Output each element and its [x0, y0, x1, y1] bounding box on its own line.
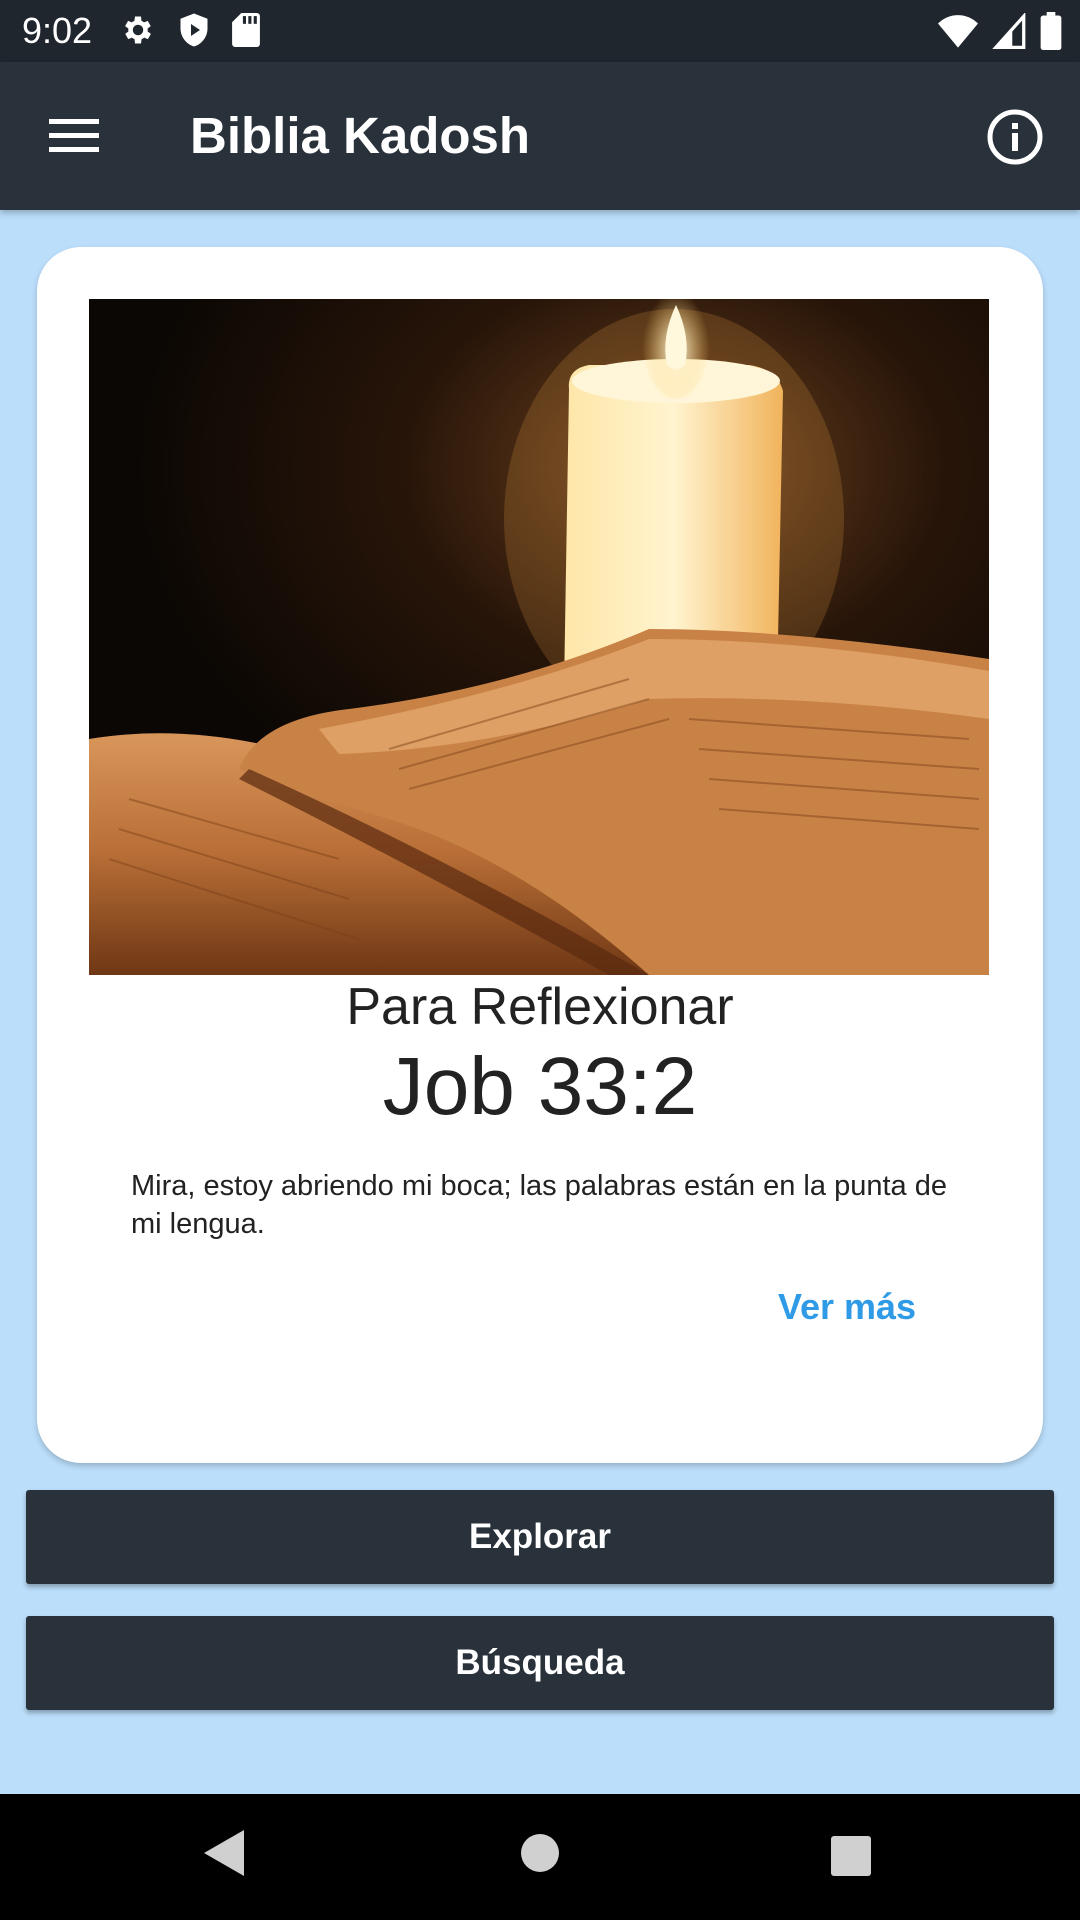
home-icon[interactable]: [521, 1834, 559, 1877]
gear-icon: [120, 12, 156, 53]
wifi-icon: [938, 13, 978, 54]
recents-icon[interactable]: [831, 1836, 871, 1881]
app-title: Biblia Kadosh: [190, 107, 531, 164]
shield-play-icon: [178, 12, 210, 53]
app-bar: Biblia Kadosh: [0, 62, 1080, 210]
battery-icon: [1040, 12, 1062, 55]
status-bar: 9:02: [0, 0, 1080, 62]
explore-button[interactable]: Explorar: [26, 1490, 1054, 1584]
status-time: 9:02: [22, 10, 93, 51]
info-button[interactable]: [980, 102, 1050, 172]
verse-text: Mira, estoy abriendo mi boca; las palabr…: [131, 1170, 947, 1240]
verse-reference: Job 33:2: [382, 1041, 698, 1132]
menu-button[interactable]: [34, 106, 114, 166]
see-more-link[interactable]: Ver más: [757, 1279, 937, 1335]
sd-card-icon: [232, 13, 260, 52]
card-subtitle: Para Reflexionar: [346, 978, 734, 1036]
search-button[interactable]: Búsqueda: [26, 1616, 1054, 1710]
back-icon[interactable]: [204, 1830, 244, 1881]
candle-bible-image: [89, 299, 989, 975]
status-right-icons: [938, 11, 1062, 55]
cell-signal-icon: [992, 11, 1026, 54]
verse-card: Para Reflexionar Job 33:2 Mira, estoy ab…: [37, 247, 1043, 1463]
hamburger-menu-icon: [49, 119, 99, 152]
status-left-icons: [120, 12, 260, 53]
info-icon: [987, 109, 1043, 165]
system-nav-bar: [0, 1794, 1080, 1920]
